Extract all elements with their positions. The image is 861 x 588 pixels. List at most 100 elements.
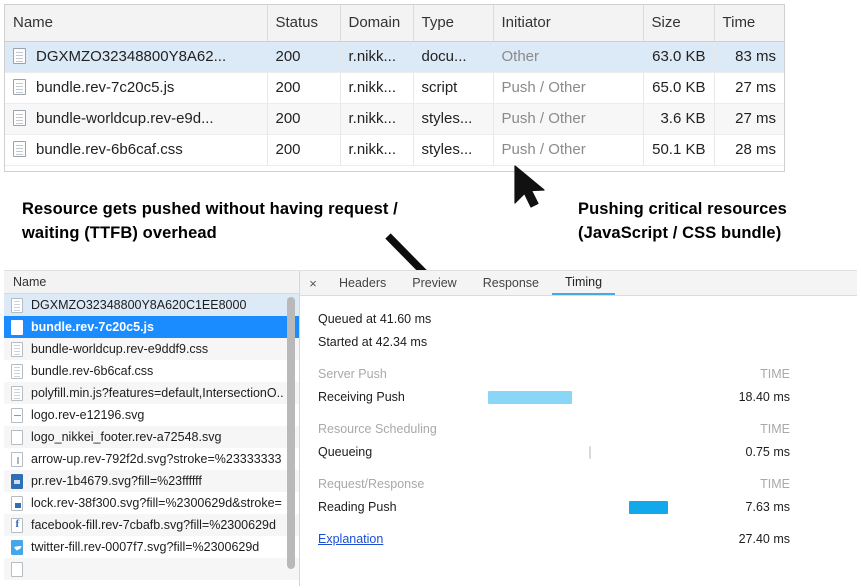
timing-row-queueing: Queueing 0.75 ms: [318, 441, 857, 464]
list-item-label: arrow-up.rev-792f2d.svg?stroke=%23333333: [31, 452, 282, 466]
network-table: Name Status Domain Type Initiator Size T…: [5, 5, 784, 166]
list-item-label: bundle.rev-7c20c5.js: [31, 320, 154, 334]
row-status-cell: 200: [267, 103, 340, 134]
arrow-up-thumb-icon: [11, 452, 23, 467]
timing-row-receiving-push: Receiving Push 18.40 ms: [318, 386, 857, 409]
row-domain-cell: r.nikk...: [340, 72, 413, 103]
column-header-domain[interactable]: Domain: [340, 5, 413, 41]
list-item[interactable]: bundle-worldcup.rev-e9ddf9.css: [4, 338, 299, 360]
list-item-label: bundle-worldcup.rev-e9ddf9.css: [31, 342, 208, 356]
list-item-label: bundle.rev-6b6caf.css: [31, 364, 153, 378]
row-time-cell: 27 ms: [714, 103, 784, 134]
file-list-scrollbar[interactable]: [287, 297, 295, 569]
row-name-label: bundle.rev-6b6caf.css: [36, 141, 183, 158]
list-item[interactable]: lock.rev-38f300.svg?fill=%2300629d&strok…: [4, 492, 299, 514]
detail-tabbar: × Headers Preview Response Timing: [300, 271, 857, 296]
timing-row-value: 0.75 ms: [746, 441, 790, 464]
list-item[interactable]: logo_nikkei_footer.rev-a72548.svg: [4, 426, 299, 448]
tab-timing[interactable]: Timing: [552, 271, 615, 295]
column-header-type[interactable]: Type: [413, 5, 493, 41]
request-detail-pane: × Headers Preview Response Timing Queued…: [300, 271, 857, 586]
request-file-list[interactable]: Name DGXMZO32348800Y8A620C1EE8000 bundle…: [4, 271, 300, 586]
row-name-label: bundle.rev-7c20c5.js: [36, 79, 174, 96]
list-item[interactable]: polyfill.min.js?features=default,Interse…: [4, 382, 299, 404]
document-icon: [11, 342, 23, 357]
list-item[interactable]: twitter-fill.rev-0007f7.svg?fill=%230062…: [4, 536, 299, 558]
list-item-label: DGXMZO32348800Y8A620C1EE8000: [31, 298, 246, 312]
time-column-header: TIME: [760, 418, 790, 441]
file-list-header[interactable]: Name: [4, 271, 299, 294]
row-name-cell: DGXMZO32348800Y8A62...: [5, 41, 267, 72]
column-header-status[interactable]: Status: [267, 5, 340, 41]
close-icon[interactable]: ×: [300, 271, 326, 295]
table-row[interactable]: DGXMZO32348800Y8A62... 200 r.nikk... doc…: [5, 41, 784, 72]
spacer: [318, 354, 857, 363]
column-header-name[interactable]: Name: [5, 5, 267, 41]
total-time-value: 27.40 ms: [739, 528, 790, 551]
list-item-label: logo.rev-e12196.svg: [31, 408, 144, 422]
network-requests-table[interactable]: Name Status Domain Type Initiator Size T…: [4, 4, 785, 172]
tab-preview[interactable]: Preview: [399, 271, 469, 295]
time-column-header: TIME: [760, 473, 790, 496]
table-row[interactable]: bundle.rev-6b6caf.css 200 r.nikk... styl…: [5, 134, 784, 165]
badge-thumb-icon: [11, 474, 23, 489]
list-item[interactable]: bundle.rev-6b6caf.css: [4, 360, 299, 382]
tab-response[interactable]: Response: [470, 271, 552, 295]
list-item[interactable]: logo.rev-e12196.svg: [4, 404, 299, 426]
spacer: [318, 409, 857, 418]
time-column-header: TIME: [760, 363, 790, 386]
document-icon: [13, 110, 26, 126]
tab-headers[interactable]: Headers: [326, 271, 399, 295]
list-item-label: pr.rev-1b4679.svg?fill=%23ffffff: [31, 474, 202, 488]
row-status-cell: 200: [267, 41, 340, 72]
list-item[interactable]: arrow-up.rev-792f2d.svg?stroke=%23333333: [4, 448, 299, 470]
timing-row-value: 18.40 ms: [739, 386, 790, 409]
list-item[interactable]: facebook-fill.rev-7cbafb.svg?fill=%23006…: [4, 514, 299, 536]
row-type-cell: styles...: [413, 134, 493, 165]
row-time-cell: 27 ms: [714, 72, 784, 103]
list-item[interactable]: bundle.rev-7c20c5.js: [4, 316, 299, 338]
list-item-partial[interactable]: [4, 558, 299, 580]
row-type-cell: docu...: [413, 41, 493, 72]
row-type-cell: styles...: [413, 103, 493, 134]
row-initiator-cell: Push / Other: [493, 72, 643, 103]
table-row[interactable]: bundle.rev-7c20c5.js 200 r.nikk... scrip…: [5, 72, 784, 103]
image-blank-icon: [11, 430, 23, 445]
devtools-bottom-panel: Name DGXMZO32348800Y8A620C1EE8000 bundle…: [4, 270, 857, 586]
row-domain-cell: r.nikk...: [340, 103, 413, 134]
row-status-cell: 200: [267, 134, 340, 165]
column-header-time[interactable]: Time: [714, 5, 784, 41]
document-icon: [11, 320, 23, 335]
list-item[interactable]: pr.rev-1b4679.svg?fill=%23ffffff: [4, 470, 299, 492]
queued-at-line: Queued at 41.60 ms: [318, 308, 857, 331]
row-time-cell: 28 ms: [714, 134, 784, 165]
document-icon: [13, 79, 26, 95]
image-dash-icon: [11, 408, 23, 423]
row-size-cell: 50.1 KB: [643, 134, 714, 165]
timing-row-value: 7.63 ms: [746, 496, 790, 519]
row-initiator-cell: Other: [493, 41, 643, 72]
explanation-link[interactable]: Explanation: [318, 528, 383, 551]
row-name-cell: bundle.rev-6b6caf.css: [5, 134, 267, 165]
spacer: [318, 464, 857, 473]
timing-bar-queueing: [589, 446, 591, 459]
table-row[interactable]: bundle-worldcup.rev-e9d... 200 r.nikk...…: [5, 103, 784, 134]
row-size-cell: 3.6 KB: [643, 103, 714, 134]
started-at-line: Started at 42.34 ms: [318, 331, 857, 354]
timing-row-label: Receiving Push: [318, 386, 405, 409]
list-item-label: polyfill.min.js?features=default,Interse…: [31, 386, 284, 400]
row-name-label: bundle-worldcup.rev-e9d...: [36, 110, 214, 127]
timing-bar-receiving-push: [488, 391, 572, 404]
annotation-left-text: Resource gets pushed without having requ…: [22, 198, 422, 246]
document-icon: [11, 386, 23, 401]
list-item-label: facebook-fill.rev-7cbafb.svg?fill=%23006…: [31, 518, 276, 532]
timing-body: Queued at 41.60 ms Started at 42.34 ms S…: [300, 296, 857, 551]
timing-section-header-resource-scheduling: Resource Scheduling TIME: [318, 418, 857, 441]
list-item-label: lock.rev-38f300.svg?fill=%2300629d&strok…: [31, 496, 282, 510]
list-item[interactable]: DGXMZO32348800Y8A620C1EE8000: [4, 294, 299, 316]
column-header-initiator[interactable]: Initiator: [493, 5, 643, 41]
timing-row-label: Reading Push: [318, 496, 397, 519]
row-initiator-cell: Push / Other: [493, 103, 643, 134]
column-header-size[interactable]: Size: [643, 5, 714, 41]
document-icon: [13, 141, 26, 157]
